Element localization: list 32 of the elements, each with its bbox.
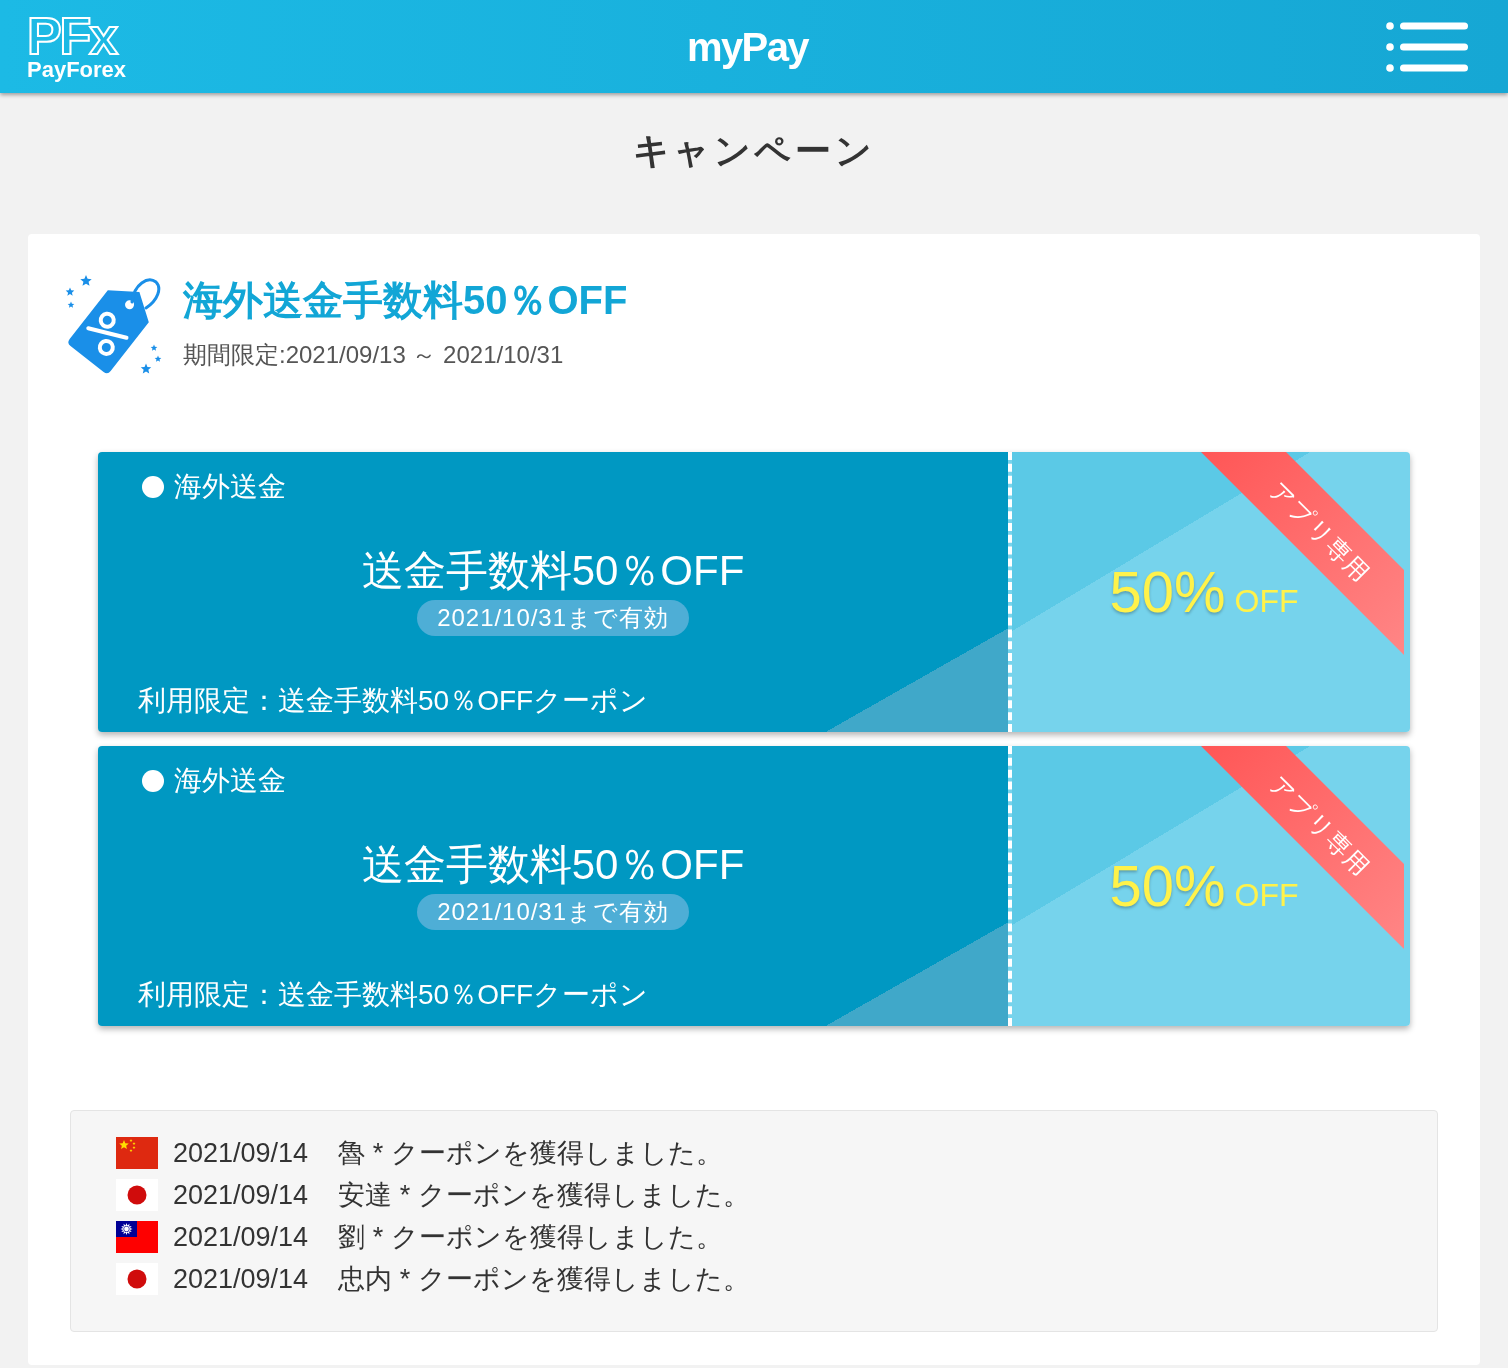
logo-mark: PFx xyxy=(27,12,117,59)
coupon-restriction: 利用限定：送金手数料50％OFFクーポン xyxy=(137,979,650,1011)
activity-date: 2021/09/14 xyxy=(173,1263,309,1296)
activity-date: 2021/09/14 xyxy=(173,1137,309,1170)
activity-date: 2021/09/14 xyxy=(173,1179,309,1212)
coupon-restriction: 利用限定：送金手数料50％OFFクーポン xyxy=(137,685,650,717)
discount-value: 50% xyxy=(1109,560,1226,624)
app-logo: myPay xyxy=(687,23,808,71)
menu-button[interactable] xyxy=(1386,21,1468,72)
japan-flag-icon xyxy=(116,1263,158,1295)
page-title: キャンペーン xyxy=(632,129,876,173)
coupon-title: 送金手数料50％OFF xyxy=(361,546,745,596)
validity-badge: 2021/10/31まで有効 xyxy=(417,600,689,636)
taiwan-flag-icon xyxy=(116,1221,158,1253)
activity-date: 2021/09/14 xyxy=(173,1221,309,1254)
logo-text: PayForex xyxy=(27,58,127,81)
activity-message: 魯 * クーポンを獲得しました。 xyxy=(338,1137,723,1170)
menu-icon xyxy=(1386,21,1468,72)
china-flag-icon xyxy=(116,1137,158,1169)
campaign-period: 期間限定:2021/09/13 ～ 2021/10/31 xyxy=(183,340,565,370)
activity-message: 安達 * クーポンを獲得しました。 xyxy=(338,1179,750,1212)
bullet-icon xyxy=(142,770,164,792)
coupon-title: 送金手数料50％OFF xyxy=(361,840,745,890)
coupon-category: 海外送金 xyxy=(174,472,286,502)
campaign-title: 海外送金手数料50％OFF xyxy=(183,277,628,324)
japan-flag-icon xyxy=(116,1179,158,1211)
bullet-icon xyxy=(142,476,164,498)
discount-value: 50% xyxy=(1109,854,1226,918)
coupon-category: 海外送金 xyxy=(174,766,286,796)
activity-message: 劉 * クーポンを獲得しました。 xyxy=(338,1221,723,1254)
activity-message: 忠内 * クーポンを獲得しました。 xyxy=(338,1263,750,1296)
validity-badge: 2021/10/31まで有効 xyxy=(417,894,689,930)
